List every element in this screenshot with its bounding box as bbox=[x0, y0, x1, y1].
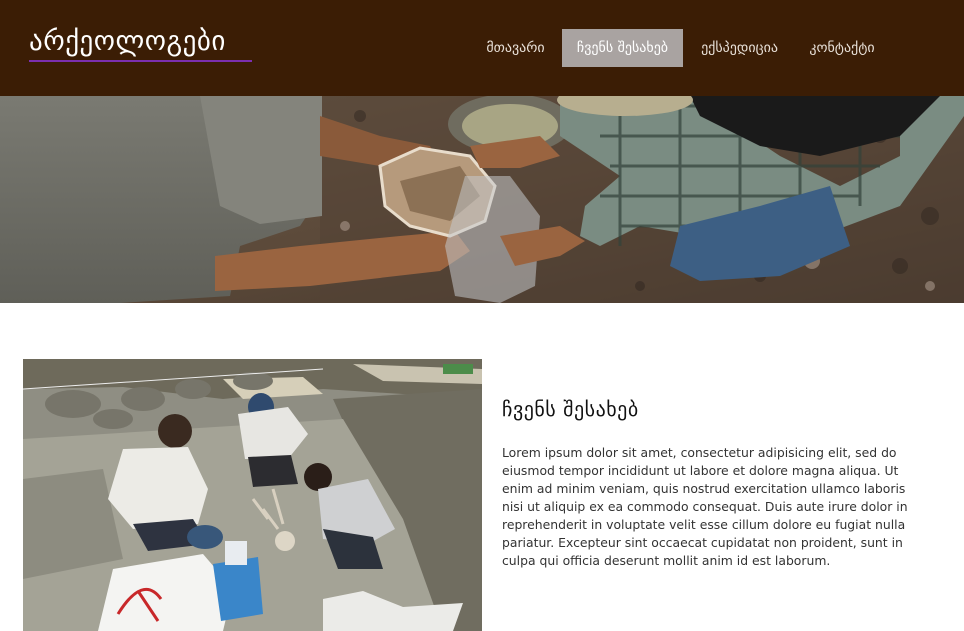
about-body-text: Lorem ipsum dolor sit amet, consectetur … bbox=[502, 445, 908, 568]
team-excavation-photo bbox=[23, 359, 482, 631]
about-title: ჩვენს შესახებ bbox=[502, 397, 639, 421]
main-nav: მთავარი ჩვენს შესახებ ექსპედიცია კონტაქტ… bbox=[0, 29, 964, 67]
hero-image bbox=[0, 96, 964, 303]
nav-item-about[interactable]: ჩვენს შესახებ bbox=[562, 29, 683, 67]
team-image bbox=[23, 359, 482, 631]
nav-item-contact[interactable]: კონტაქტი bbox=[796, 29, 888, 67]
hero-excavation-photo bbox=[0, 96, 964, 303]
site-header: არქეოლოგები მთავარი ჩვენს შესახებ ექსპედ… bbox=[0, 0, 964, 96]
nav-item-expedition[interactable]: ექსპედიცია bbox=[687, 29, 792, 67]
nav-item-home[interactable]: მთავარი bbox=[474, 29, 557, 67]
